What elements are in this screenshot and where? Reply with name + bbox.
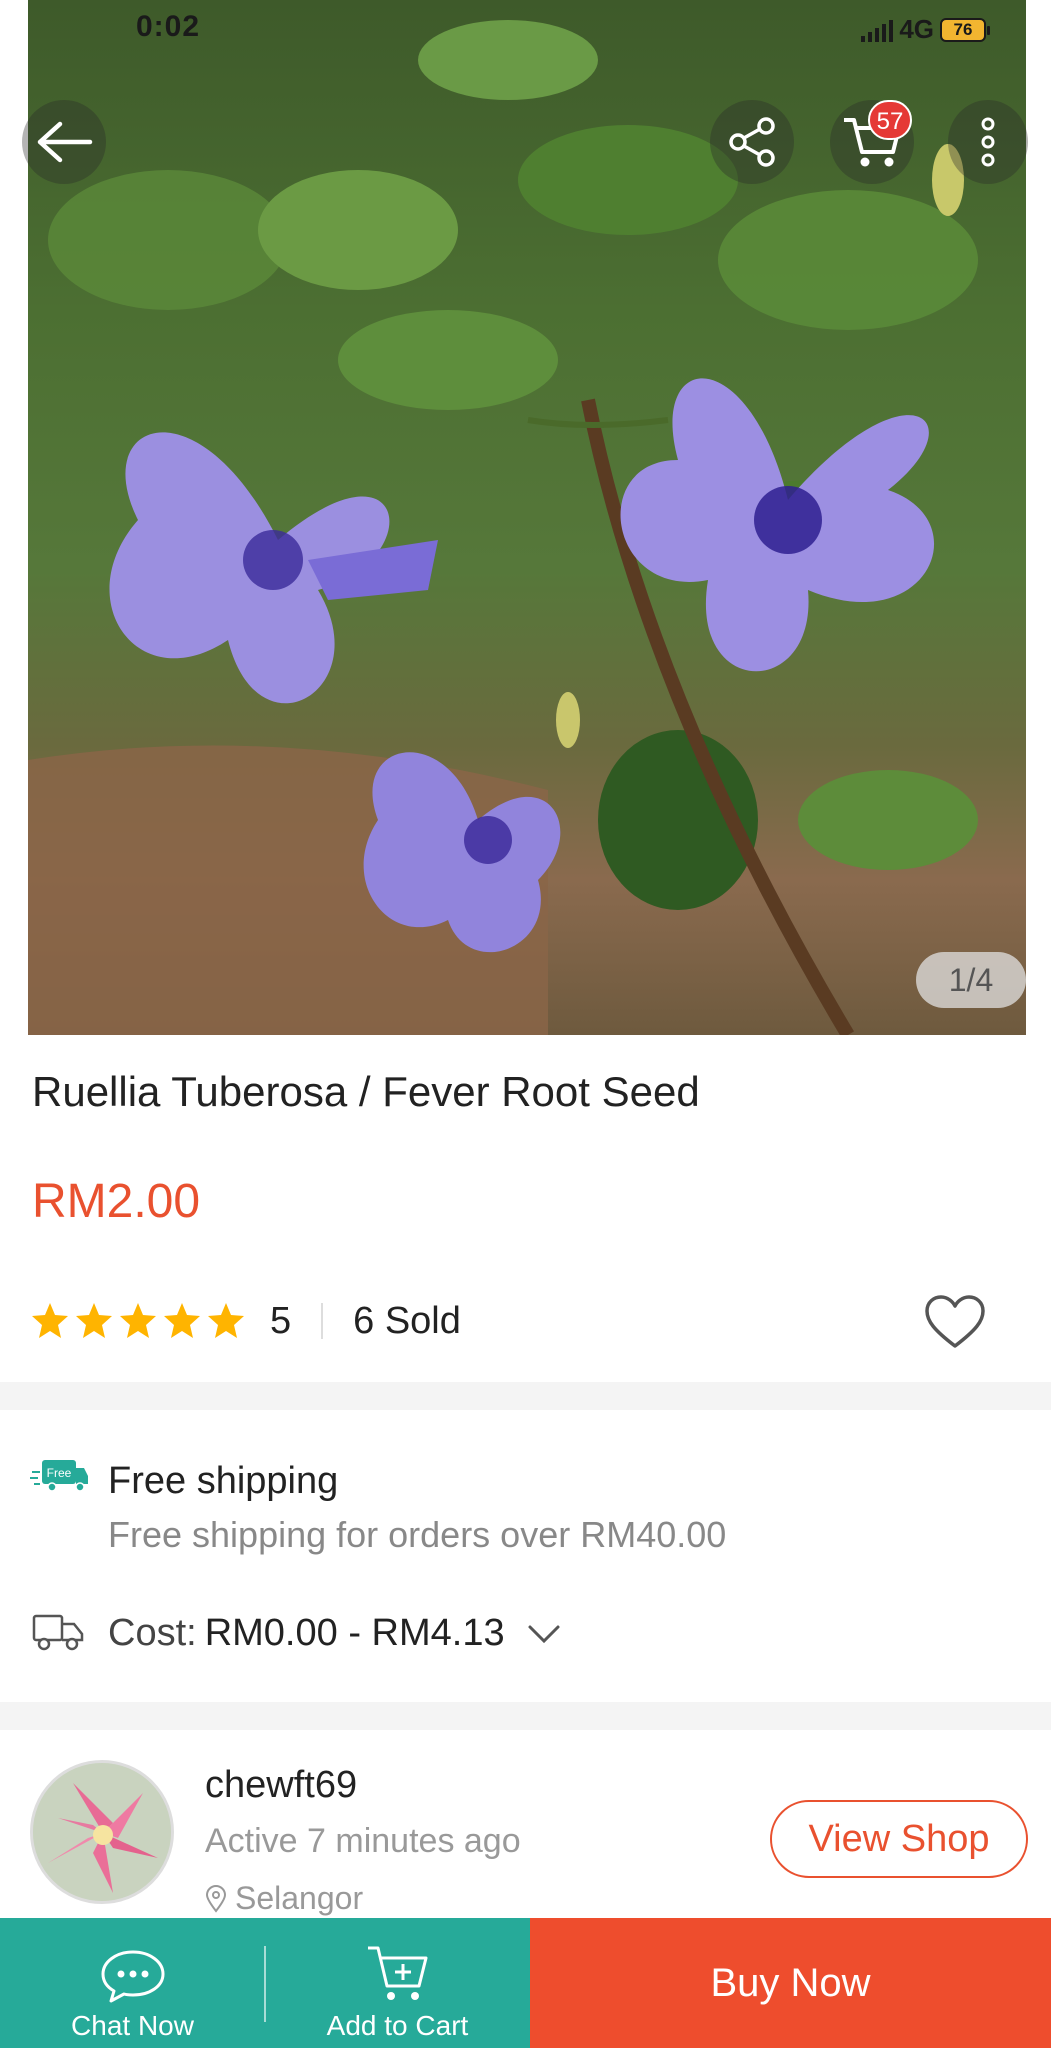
shipping-subtitle: Free shipping for orders over RM40.00 bbox=[108, 1514, 727, 1555]
buy-now-button[interactable]: Buy Now bbox=[530, 1918, 1051, 2048]
cart-button[interactable]: 57 bbox=[830, 100, 914, 184]
signal-icon bbox=[861, 18, 894, 42]
location-pin-icon bbox=[205, 1884, 227, 1913]
share-button[interactable] bbox=[710, 100, 794, 184]
shop-location: Selangor bbox=[205, 1880, 363, 1917]
back-button[interactable] bbox=[22, 100, 106, 184]
section-divider bbox=[0, 1702, 1051, 1730]
bottom-action-bar: Chat Now Add to Cart Buy Now bbox=[0, 1918, 1051, 2048]
star-icon bbox=[120, 1303, 156, 1338]
image-counter: 1/4 bbox=[916, 952, 1026, 1008]
sold-count: 6 Sold bbox=[353, 1299, 461, 1342]
add-to-cart-label: Add to Cart bbox=[326, 2010, 469, 2041]
star-icon bbox=[76, 1303, 112, 1338]
shop-active-status: Active 7 minutes ago bbox=[205, 1822, 521, 1860]
rating-stars bbox=[30, 1301, 246, 1341]
cart-count-badge: 57 bbox=[868, 100, 912, 140]
svg-text:Free: Free bbox=[47, 1466, 72, 1480]
shipping-title: Free shipping bbox=[108, 1460, 339, 1502]
star-icon bbox=[32, 1303, 68, 1338]
battery-icon: 76 bbox=[940, 17, 990, 42]
section-divider bbox=[0, 1382, 1051, 1410]
cost-label: Cost: bbox=[108, 1612, 197, 1654]
product-title: Ruellia Tuberosa / Fever Root Seed bbox=[32, 1068, 700, 1115]
chat-now-label: Chat Now bbox=[71, 2010, 194, 2041]
rating-row: 5 6 Sold bbox=[30, 1290, 1020, 1352]
more-vertical-icon bbox=[981, 117, 995, 167]
divider bbox=[321, 1303, 324, 1339]
status-indicators: 4G 76 bbox=[861, 14, 990, 45]
cost-value: RM0.00 - RM4.13 bbox=[204, 1612, 505, 1654]
arrow-left-icon bbox=[37, 121, 93, 163]
bottom-left-group: Chat Now Add to Cart bbox=[0, 1918, 530, 2048]
add-cart-icon bbox=[367, 1946, 427, 2000]
lily-avatar-image bbox=[33, 1763, 171, 1901]
star-icon bbox=[208, 1303, 244, 1338]
view-shop-button[interactable]: View Shop bbox=[770, 1800, 1028, 1878]
shop-avatar[interactable] bbox=[30, 1760, 174, 1904]
more-options-button[interactable] bbox=[948, 100, 1028, 184]
add-to-cart-button[interactable]: Add to Cart bbox=[265, 1918, 530, 2048]
status-time: 0:02 bbox=[136, 10, 201, 43]
heart-icon bbox=[925, 1295, 985, 1348]
chat-now-button[interactable]: Chat Now bbox=[0, 1918, 265, 2048]
shipping-cost-row[interactable]: Cost: RM0.00 - RM4.13 bbox=[108, 1612, 561, 1655]
free-shipping-icon: Free bbox=[30, 1458, 90, 1499]
truck-icon bbox=[32, 1612, 84, 1657]
chevron-down-icon bbox=[528, 1625, 560, 1643]
star-icon bbox=[164, 1303, 200, 1338]
share-icon bbox=[729, 117, 775, 167]
network-type: 4G bbox=[899, 14, 934, 44]
chat-icon bbox=[101, 1950, 164, 2003]
product-price: RM2.00 bbox=[32, 1175, 201, 1228]
shop-location-text: Selangor bbox=[235, 1880, 364, 1916]
like-button[interactable] bbox=[924, 1294, 986, 1355]
shop-name[interactable]: chewft69 bbox=[205, 1764, 357, 1807]
divider bbox=[264, 1946, 266, 2022]
rating-value: 5 bbox=[270, 1299, 292, 1342]
